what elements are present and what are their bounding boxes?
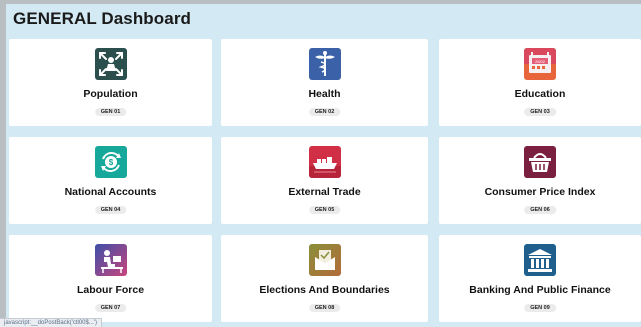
population-arrows-icon xyxy=(94,48,127,80)
card-health[interactable]: Health GEN 02 xyxy=(221,39,428,126)
caduceus-icon xyxy=(308,48,341,80)
card-title: Education xyxy=(514,88,566,100)
card-title: Banking And Public Finance xyxy=(469,284,611,296)
card-code-badge: GEN 06 xyxy=(524,206,556,214)
browser-status-bar: javascript:__doPostBack('ctl00$...') xyxy=(0,318,102,327)
cargo-ship-icon xyxy=(308,146,341,178)
card-code-badge: GEN 04 xyxy=(94,206,127,214)
ballot-box-icon xyxy=(308,244,341,276)
card-elections-and-boundaries[interactable]: Elections And Boundaries GEN 08 xyxy=(221,235,428,322)
shopping-basket-icon xyxy=(524,146,556,178)
card-title: External Trade xyxy=(288,186,361,198)
card-title: Population xyxy=(83,88,138,100)
page-title: GENERAL Dashboard xyxy=(13,9,192,28)
dashboard-frame: GENERAL Dashboard Population GEN 01 Heal… xyxy=(6,4,641,327)
card-code-badge: GEN 03 xyxy=(524,108,556,116)
svg-text:25/02: 25/02 xyxy=(535,59,546,64)
card-title: Health xyxy=(308,88,341,100)
card-external-trade[interactable]: External Trade GEN 05 xyxy=(221,137,428,224)
card-code-badge: GEN 02 xyxy=(308,108,341,116)
card-code-badge: GEN 01 xyxy=(94,108,127,116)
card-title: Labour Force xyxy=(76,284,145,296)
card-labour-force[interactable]: Labour Force GEN 07 xyxy=(9,235,212,322)
card-title: National Accounts xyxy=(64,186,157,198)
svg-text:$: $ xyxy=(108,158,113,167)
calendar-board-icon: 25/02 xyxy=(524,48,556,80)
card-code-badge: GEN 07 xyxy=(94,304,127,312)
card-consumer-price-index[interactable]: Consumer Price Index GEN 06 xyxy=(439,137,641,224)
card-title: Consumer Price Index xyxy=(484,186,596,198)
card-code-badge: GEN 05 xyxy=(308,206,341,214)
bank-building-icon xyxy=(524,244,556,276)
card-education[interactable]: 25/02 Education GEN 03 xyxy=(439,39,641,126)
dollar-cycle-icon: $ xyxy=(94,146,127,178)
card-national-accounts[interactable]: $ National Accounts GEN 04 xyxy=(9,137,212,224)
office-worker-icon xyxy=(94,244,127,276)
card-banking-and-public-finance[interactable]: Banking And Public Finance GEN 09 xyxy=(439,235,641,322)
card-code-badge: GEN 09 xyxy=(524,304,556,312)
card-population[interactable]: Population GEN 01 xyxy=(9,39,212,126)
card-code-badge: GEN 08 xyxy=(308,304,341,312)
card-title: Elections And Boundaries xyxy=(259,284,390,296)
